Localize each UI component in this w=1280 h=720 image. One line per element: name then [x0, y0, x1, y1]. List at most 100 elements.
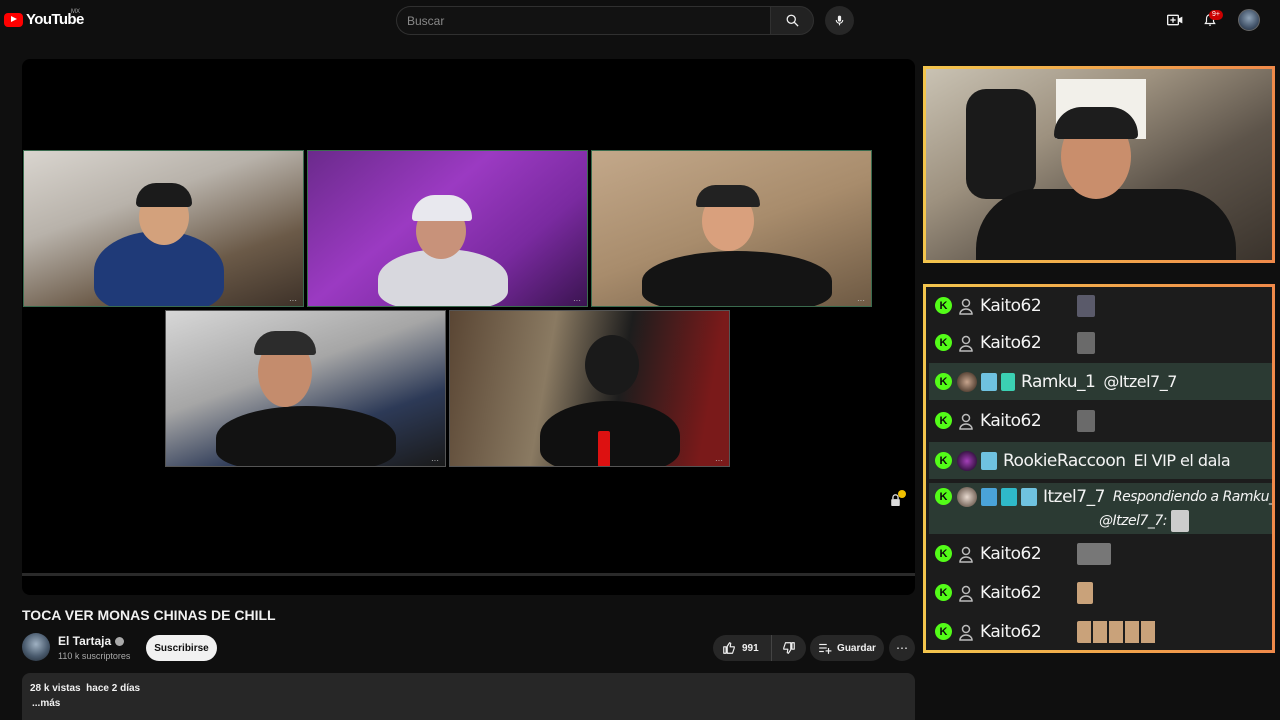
channel-avatar[interactable]	[22, 633, 50, 661]
chat-message: K Kaito62	[929, 535, 1272, 572]
notification-badge: 9+	[1209, 10, 1223, 20]
video-tile-4: ···	[165, 310, 446, 467]
more-icon: ···	[715, 456, 723, 465]
subscribe-button[interactable]: Suscribirse	[146, 635, 217, 661]
emote	[1077, 581, 1094, 604]
chat-username: Kaito62	[980, 410, 1042, 431]
save-button[interactable]: Guardar	[810, 635, 884, 661]
user-avatar	[957, 371, 977, 392]
chat-username: Kaito62	[980, 582, 1042, 603]
chat-username: Kaito62	[980, 621, 1042, 642]
verified-icon	[115, 636, 125, 646]
video-tile-1: ···	[23, 150, 304, 307]
video-player[interactable]: ··· ··· ··· ··· ···	[22, 59, 915, 595]
chat-username: Kaito62	[980, 295, 1042, 316]
gift-badge-icon	[1001, 372, 1015, 391]
chat-message: K Kaito62	[929, 287, 1272, 324]
moderator-badge-icon	[981, 487, 997, 506]
chat-message: K RookieRaccoon El VIP el dala	[929, 442, 1272, 479]
chat-text: El VIP el dala	[1133, 451, 1231, 470]
channel-name-row[interactable]: El Tartaja	[58, 634, 125, 648]
like-dislike-group: 991	[713, 635, 806, 661]
cat-emote	[1171, 510, 1190, 532]
chat-username: Ramku_1	[1021, 371, 1096, 392]
person	[540, 401, 680, 466]
cap	[412, 195, 472, 221]
more-icon: ···	[573, 296, 581, 305]
kick-badge-icon: K	[935, 412, 952, 429]
kick-badge-icon: K	[935, 373, 952, 390]
chat-username: Kaito62	[980, 543, 1042, 564]
view-count: 28 k vistas	[30, 683, 81, 694]
country-code: MX	[71, 9, 80, 15]
video-tile-3: ···	[591, 150, 872, 307]
user-icon	[959, 624, 973, 641]
playlist-add-icon	[819, 643, 832, 654]
person	[216, 406, 396, 466]
chat-username: Itzel7_7	[1043, 486, 1105, 507]
video-tile-2: ···	[307, 150, 588, 307]
search-box	[396, 6, 770, 35]
emote	[1077, 294, 1096, 317]
kick-badge-icon: K	[935, 623, 952, 640]
description-box[interactable]: 28 k vistas hace 2 días ...más	[22, 673, 915, 720]
user-icon	[959, 298, 973, 315]
user-icon	[959, 335, 973, 352]
voice-search-button[interactable]	[825, 6, 854, 35]
progress-bar[interactable]	[22, 573, 915, 576]
thumb-down-icon	[783, 642, 795, 654]
youtube-logo[interactable]: YouTube MX	[4, 9, 84, 28]
user-icon	[959, 546, 973, 563]
stream-chat: K Kaito62 K Kaito62 K Ramku_1 @Itzel7_7 …	[923, 284, 1275, 653]
user-icon	[959, 585, 973, 602]
headphones	[136, 183, 192, 207]
chat-message: K Ramku_1 @Itzel7_7	[929, 363, 1272, 400]
channel-name[interactable]: El Tartaja	[58, 634, 111, 648]
chat-message: K Kaito62	[929, 574, 1272, 611]
kick-badge-icon: K	[935, 488, 952, 505]
subscriber-count: 110 k suscriptores	[58, 651, 131, 661]
more-icon: ⋯	[896, 641, 908, 655]
jacket	[966, 89, 1036, 199]
chat-message: K Kaito62	[929, 324, 1272, 361]
chat-text: @Itzel7_7	[1103, 372, 1177, 391]
account-avatar[interactable]	[1238, 9, 1260, 31]
person-head	[585, 335, 639, 395]
subscriber-badge-icon	[981, 372, 997, 391]
more-icon: ···	[431, 456, 439, 465]
video-title: TOCA VER MONAS CHINAS DE CHILL	[22, 607, 276, 623]
user-avatar	[957, 450, 977, 471]
headphones	[1054, 107, 1138, 139]
chat-username: RookieRaccoon	[1003, 450, 1126, 471]
lock-badge	[898, 490, 906, 498]
chat-message: K Kaito62	[929, 613, 1272, 650]
emote	[1077, 542, 1112, 565]
kick-badge-icon: K	[935, 452, 952, 469]
create-button[interactable]	[1164, 10, 1186, 30]
search-button[interactable]	[770, 6, 814, 35]
user-avatar	[957, 486, 977, 507]
reply-text: @Itzel7_7:	[1099, 513, 1168, 529]
search-icon	[786, 14, 799, 27]
more-icon: ···	[289, 296, 297, 305]
dislike-button[interactable]	[772, 635, 806, 661]
kick-badge-icon: K	[935, 545, 952, 562]
emote	[1077, 331, 1096, 354]
youtube-logo-icon	[4, 12, 23, 27]
tie	[598, 431, 610, 466]
person	[976, 189, 1236, 260]
like-button[interactable]: 991	[713, 635, 772, 661]
kick-badge-icon: K	[935, 584, 952, 601]
emote	[1077, 409, 1096, 432]
video-meta: 28 k vistas hace 2 días	[30, 683, 140, 694]
streamer-cam	[923, 66, 1275, 263]
show-more-link[interactable]: ...más	[32, 698, 60, 709]
more-actions-button[interactable]: ⋯	[889, 635, 915, 661]
reply-header: K Itzel7_7 Respondiendo a Ramku_1:	[929, 483, 1272, 510]
upload-date: hace 2 días	[86, 683, 141, 694]
create-icon	[1167, 14, 1183, 26]
save-label: Guardar	[837, 642, 876, 654]
search-input[interactable]	[407, 7, 757, 34]
chat-message: K Kaito62	[929, 402, 1272, 439]
kick-badge-icon: K	[935, 334, 952, 351]
